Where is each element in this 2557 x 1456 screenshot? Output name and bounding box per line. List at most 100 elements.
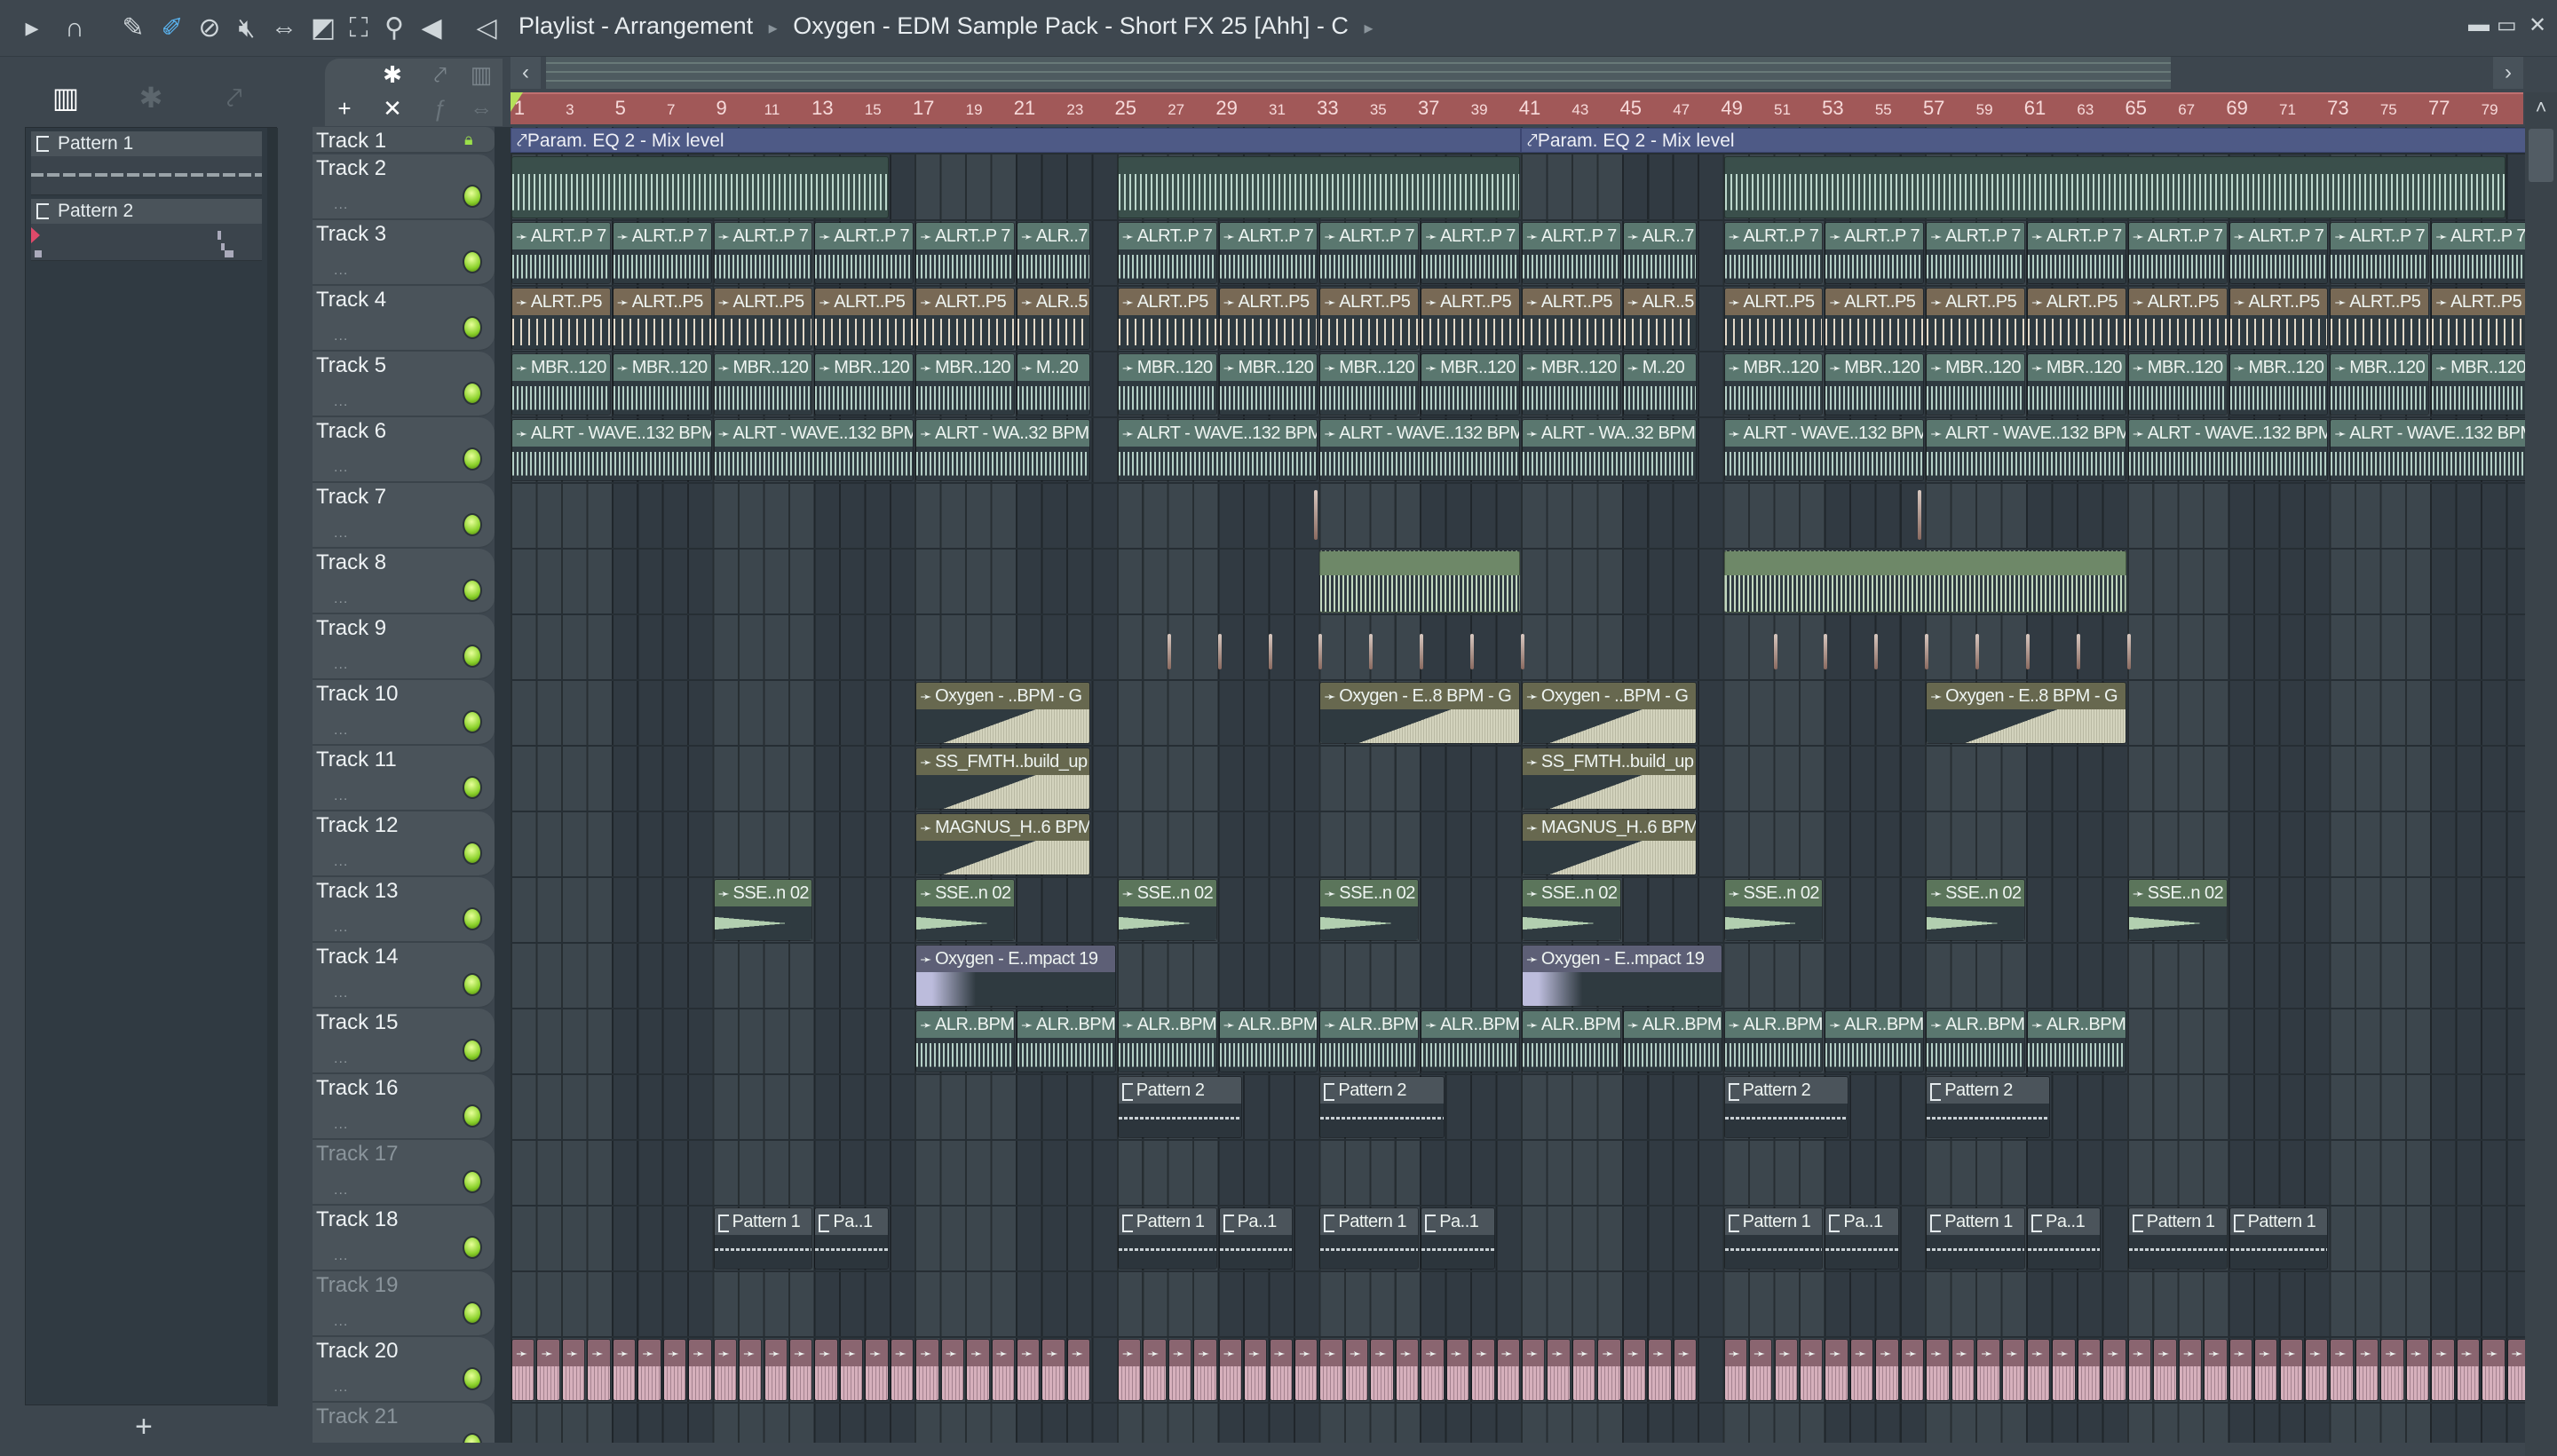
scroll-left-button[interactable]: ‹ xyxy=(511,57,541,89)
audio-clip[interactable]: ➛ ALRT..P 7 xyxy=(2027,222,2126,284)
audio-clip[interactable]: ➛ ALRT..P5 xyxy=(1522,288,1621,350)
track-name[interactable]: Track 12 xyxy=(316,813,398,838)
add-track-button[interactable]: + xyxy=(325,92,364,124)
track-header-6[interactable]: Track 6... xyxy=(313,417,495,483)
track-name[interactable]: Track 15 xyxy=(316,1010,398,1035)
audio-clip[interactable]: ➛ ALRT..P 7 xyxy=(915,222,1015,284)
audio-clip[interactable]: ➛ MAGNUS_H..6 BPM) xyxy=(1522,813,1698,875)
automation-filter-icon[interactable]: ⤤ xyxy=(217,80,252,115)
track-header-11[interactable]: Track 11... xyxy=(313,746,495,811)
piano-roll-filter-icon[interactable]: ▥ xyxy=(48,80,83,115)
audio-clip[interactable]: ➛ xyxy=(1017,1339,1041,1401)
audio-clip[interactable]: ➛ xyxy=(1193,1339,1217,1401)
menu-arrow-icon[interactable]: ▸ xyxy=(16,11,48,46)
audio-clip[interactable]: ➛ ALRT..P5 xyxy=(814,288,914,350)
audio-clip[interactable]: ➛ xyxy=(1294,1339,1318,1401)
scroll-up-button[interactable]: ˄ xyxy=(2527,92,2555,123)
audio-clip[interactable]: ➛ xyxy=(1976,1339,2000,1401)
lock-icon[interactable]: 🔒︎ xyxy=(464,131,479,148)
audio-clip[interactable]: ➛ ALRT - WAVE..132 BPM xyxy=(1926,419,2126,481)
audio-clip[interactable]: ➛ SSE..n 02 xyxy=(1117,879,1217,941)
function-icon[interactable]: ƒ xyxy=(421,92,460,124)
track-options-icon[interactable]: ... xyxy=(334,854,348,870)
audio-clip[interactable]: ➛ xyxy=(814,1339,838,1401)
audio-clip[interactable]: ➛ xyxy=(1571,1339,1596,1401)
audio-clip[interactable]: ➛ xyxy=(890,1339,914,1401)
audio-clip[interactable]: ➛ xyxy=(637,1339,661,1401)
audio-clip[interactable]: ➛ xyxy=(2027,1339,2051,1401)
audio-clip[interactable]: ➛ xyxy=(1622,1339,1647,1401)
audio-clip[interactable]: ➛ xyxy=(1117,1339,1142,1401)
track-mute-led-icon[interactable] xyxy=(463,710,482,733)
audio-clip[interactable]: ➛ ALR..BPM xyxy=(915,1010,1015,1072)
audio-clip[interactable]: ➛ ALRT - WAVE..132 BPM xyxy=(2127,419,2329,481)
audio-clip[interactable]: ➛ ALRT..P 7 xyxy=(1421,222,1520,284)
audio-clip[interactable]: ➛ xyxy=(561,1339,586,1401)
playhead-marker[interactable] xyxy=(511,92,523,112)
track-header-17[interactable]: Track 17... xyxy=(313,1140,495,1206)
track-name[interactable]: Track 20 xyxy=(316,1339,398,1364)
audio-clip[interactable]: ➛ ALR..BPM xyxy=(1622,1010,1722,1072)
track-name[interactable]: Track 3 xyxy=(316,222,386,247)
audio-clip[interactable]: ➛ xyxy=(915,1339,939,1401)
audio-clip[interactable]: ➛ xyxy=(2355,1339,2379,1401)
audio-clip[interactable]: ➛ xyxy=(1218,1339,1243,1401)
vertical-scroll-thumb[interactable] xyxy=(2529,129,2553,182)
audio-clip[interactable]: ➛ ALRT..P5 xyxy=(511,288,611,350)
audio-clip[interactable]: ➛ xyxy=(1445,1339,1470,1401)
audio-clip[interactable]: ➛ ALRT..P 7 xyxy=(511,222,611,284)
audio-clip[interactable]: ➛ xyxy=(2001,1339,2025,1401)
audio-clip[interactable]: ➛ xyxy=(1471,1339,1495,1401)
audio-clip[interactable]: ➛ xyxy=(2228,1339,2253,1401)
audio-clip[interactable]: ➛ xyxy=(865,1339,889,1401)
audio-clip[interactable]: ➛ ALRT..P5 xyxy=(1117,288,1217,350)
audio-clip[interactable]: ➛ ALRT..P5 xyxy=(1319,288,1420,350)
audio-clip[interactable]: ➛ xyxy=(2077,1339,2102,1401)
audio-clip[interactable]: ➛ xyxy=(839,1339,864,1401)
pattern-clip[interactable]: Pattern 1 xyxy=(2228,1207,2329,1270)
track-header-16[interactable]: Track 16... xyxy=(313,1074,495,1140)
pattern-clip[interactable]: Pattern 1 xyxy=(1319,1207,1420,1270)
audio-clip[interactable]: ➛ MBR..120 xyxy=(1723,353,1824,415)
track-header-21[interactable]: Track 21... xyxy=(313,1403,495,1443)
playlist-grid[interactable]: ⤤Param. EQ 2 - Mix level ⤤Param. EQ 2 - M… xyxy=(511,127,2525,1443)
track-name[interactable]: Track 17 xyxy=(316,1142,398,1167)
audio-clip[interactable]: ➛ xyxy=(1244,1339,1268,1401)
audio-clip[interactable]: ➛ ALRT - WAVE..132 BPM xyxy=(713,419,914,481)
track-options-icon[interactable]: ... xyxy=(334,328,348,344)
track-mute-led-icon[interactable] xyxy=(463,579,482,602)
audio-clip[interactable]: ➛ xyxy=(1825,1339,1848,1401)
audio-clip[interactable]: ➛ ALRT..P5 xyxy=(713,288,813,350)
audio-clip[interactable]: ➛ ALRT..P 7 xyxy=(1117,222,1217,284)
magnet-snap-icon[interactable]: ∩ xyxy=(59,11,91,46)
audio-clip[interactable]: ➛ xyxy=(1395,1339,1420,1401)
delete-icon[interactable]: ⊘ xyxy=(194,11,226,46)
audio-clip[interactable]: ➛ ALRT..P5 xyxy=(1926,288,2025,350)
select-icon[interactable]: ⛶ xyxy=(343,11,375,46)
pattern-clip[interactable]: Pattern 2 xyxy=(1926,1076,2051,1138)
audio-clip[interactable]: ➛ xyxy=(536,1339,560,1401)
audio-clip[interactable]: ➛ SSE..n 02 xyxy=(1319,879,1420,941)
audio-clip[interactable]: ➛ xyxy=(1496,1339,1520,1401)
audio-clip[interactable]: ➛ xyxy=(1926,1339,1950,1401)
audio-clip[interactable]: ➛ xyxy=(2204,1339,2228,1401)
audio-clip[interactable]: ➛ xyxy=(1799,1339,1824,1401)
audio-clip[interactable]: ➛ MBR..120 xyxy=(2330,353,2430,415)
audio-clip[interactable]: ➛ ALRT..P 7 xyxy=(612,222,712,284)
audio-clip[interactable]: ➛ xyxy=(1269,1339,1293,1401)
track-header-2[interactable]: Track 2... xyxy=(313,154,495,220)
audio-clip[interactable]: ➛ xyxy=(713,1339,738,1401)
track-header-4[interactable]: Track 4... xyxy=(313,286,495,352)
audio-clip[interactable]: ➛ xyxy=(1900,1339,1925,1401)
audio-clip[interactable]: ➛ M..20 xyxy=(1017,353,1091,415)
audio-clip[interactable]: ➛ Oxygen - E..mpact 19 xyxy=(915,945,1116,1007)
audio-clip[interactable]: ➛ xyxy=(2431,1339,2455,1401)
audio-clip[interactable]: ➛ xyxy=(662,1339,687,1401)
track-header-14[interactable]: Track 14... xyxy=(313,943,495,1009)
track-options-icon[interactable]: ... xyxy=(334,657,348,673)
track-mute-led-icon[interactable] xyxy=(463,973,482,996)
track-name[interactable]: Track 9 xyxy=(316,616,386,641)
track-header-9[interactable]: Track 9... xyxy=(313,614,495,680)
audio-clip[interactable]: ➛ MBR..120 xyxy=(2127,353,2228,415)
audio-clip-tool-icon[interactable]: ✱ xyxy=(373,59,412,91)
